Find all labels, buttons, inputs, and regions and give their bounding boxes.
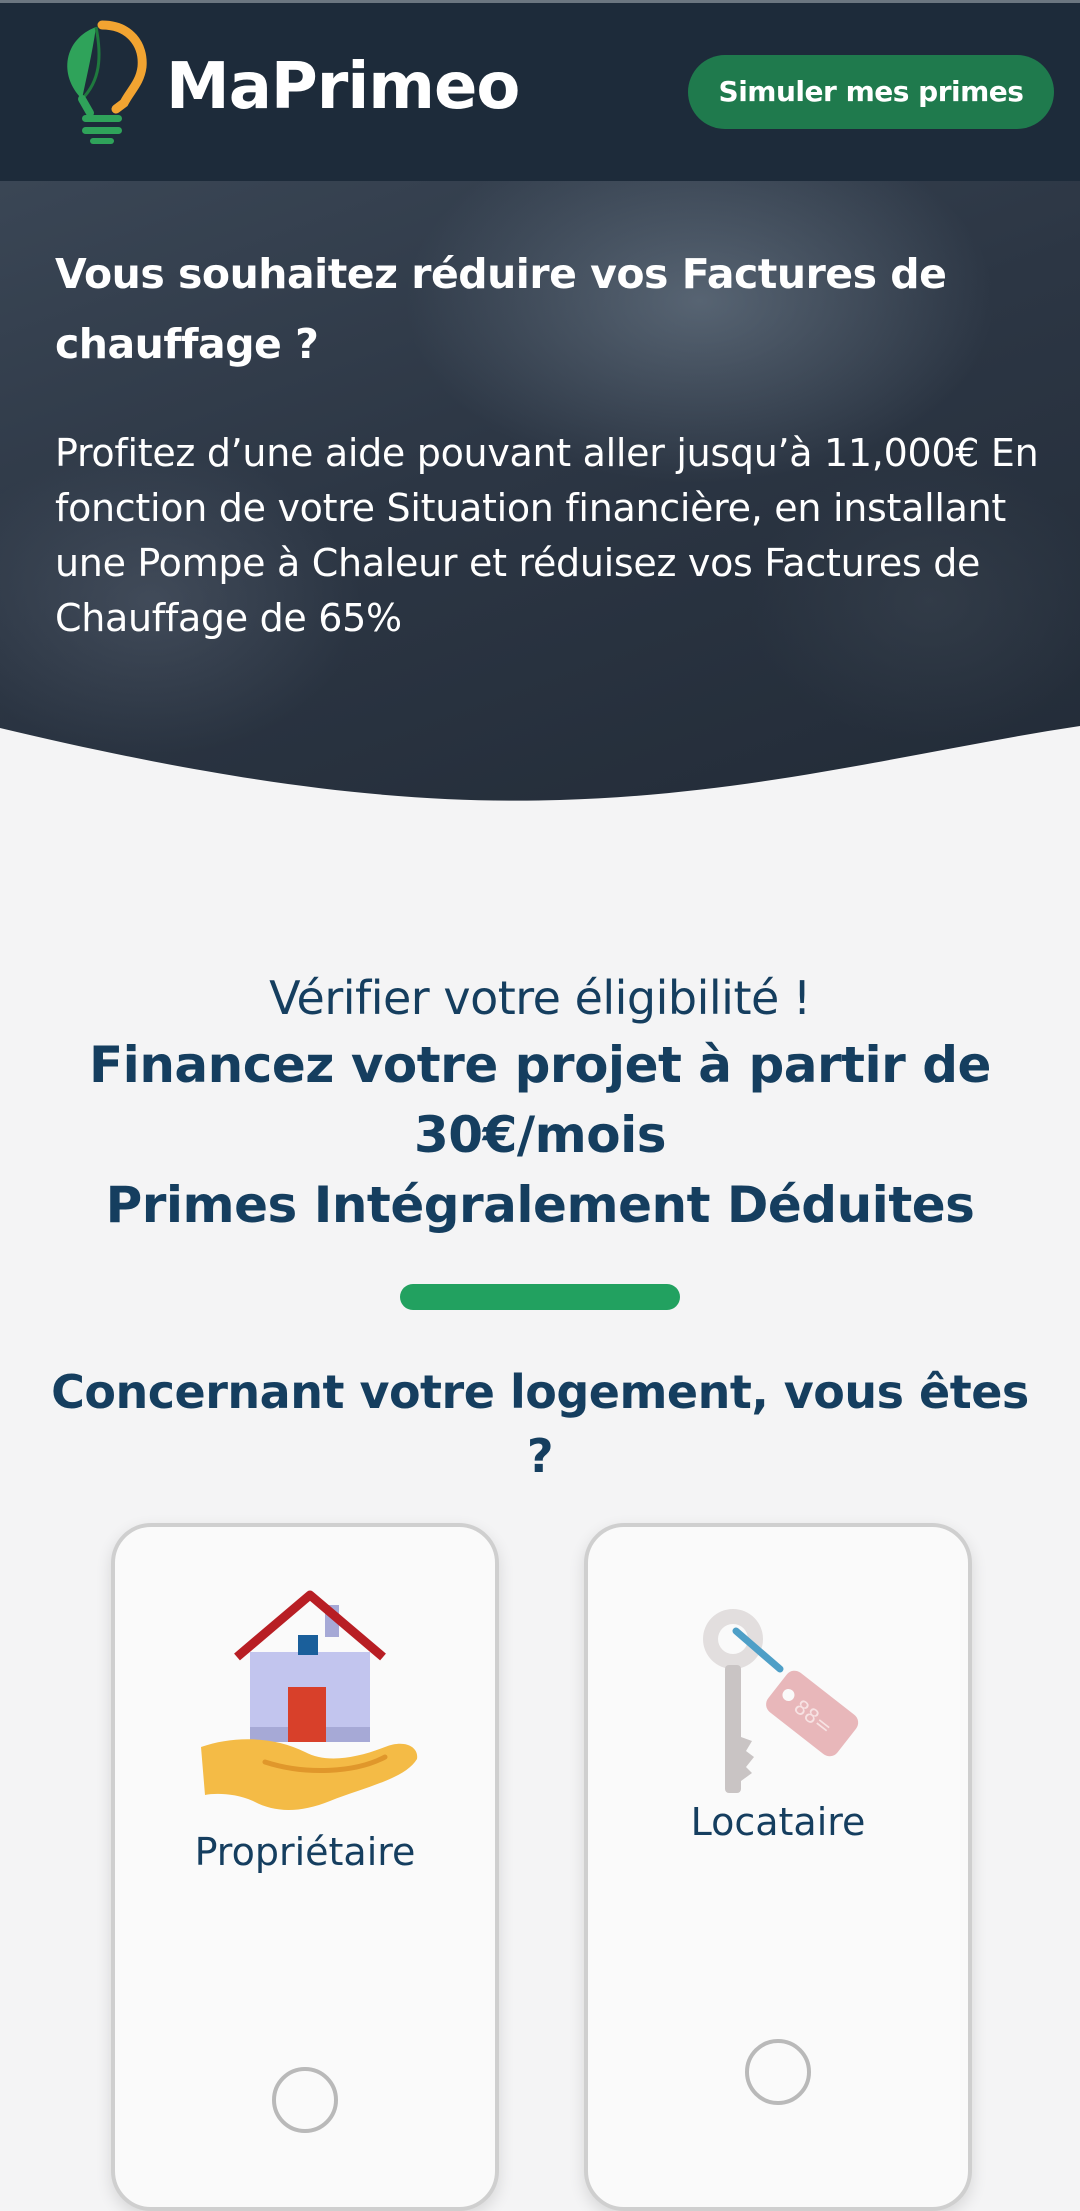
house-in-hand-icon	[201, 1590, 418, 1810]
radio-proprietaire[interactable]	[272, 2067, 338, 2133]
eligibility-subtitle: Vérifier votre éligibilité !	[269, 971, 811, 1025]
eligibility-title: Financez votre projet à partir de 30€/mo…	[70, 1030, 1010, 1240]
brand-name[interactable]: MaPrimeo	[166, 47, 520, 127]
option-card-locataire[interactable]: 88= Locataire	[584, 1523, 972, 2211]
bonus-line: Primes Intégralement Déduites	[105, 1176, 975, 1234]
option-label-proprietaire: Propriétaire	[194, 1830, 416, 1874]
option-label-locataire: Locataire	[690, 1800, 866, 1844]
progress-divider	[400, 1284, 680, 1310]
housing-question: Concernant votre logement, vous êtes ?	[51, 1365, 1029, 1483]
simulate-button[interactable]: Simuler mes primes	[688, 55, 1054, 129]
radio-locataire[interactable]	[745, 2039, 811, 2105]
wave-divider	[0, 726, 1080, 840]
option-card-proprietaire[interactable]: Propriétaire	[111, 1523, 499, 2211]
hero-description: Profitez d’une aide pouvant aller jusqu’…	[55, 431, 1039, 640]
key-tag-icon: 88=	[703, 1609, 859, 1793]
lightbulb-logo-icon	[67, 20, 147, 144]
site-header: MaPrimeo Simuler mes primes	[0, 3, 1080, 181]
financing-line: Financez votre projet à partir de 30€/mo…	[89, 1036, 991, 1164]
hero-title: Vous souhaitez réduire vos Factures de c…	[55, 250, 947, 368]
